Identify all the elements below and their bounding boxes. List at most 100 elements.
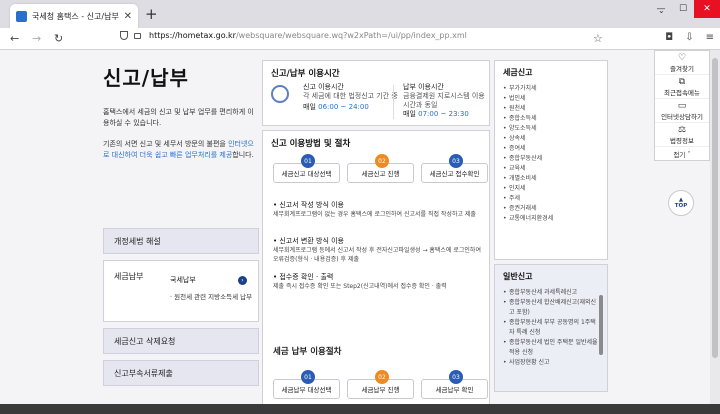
side-item-delete-request[interactable]: 세금신고 삭제요청: [103, 328, 259, 354]
note-body: 세무회계프로그램 등에서 신고서 작성 후 전자신고파일생성 → 홈택스에 로그…: [273, 247, 481, 263]
report-hours-sub: 각 세금에 대한 법정신고 기간 중: [303, 92, 398, 100]
side-item-tax-payment[interactable]: 세금납부 국세납부 › · 원천세 관련 지방소득세 납부: [103, 260, 259, 322]
list-item[interactable]: 인지세: [503, 184, 599, 194]
tax-report-panel: 세금신고 부가가치세법인세원천세종합소득세양도소득세상속세증여세종합부동산세교육…: [494, 60, 608, 260]
step-label: 세금신고 진행: [361, 170, 400, 178]
intro2-tail: 합니다.: [232, 151, 254, 159]
new-tab-icon[interactable]: +: [145, 5, 158, 23]
note-write: • 신고서 작성 방식 이용 세무회계프로그램이 없는 경우 홈택스에 로그인하여…: [273, 201, 481, 219]
laptop-icon: ▭: [677, 100, 687, 111]
note-convert: • 신고서 변환 방식 이용세무회계프로그램 등에서 신고서 작성 후 전자신고…: [273, 237, 481, 264]
note-heading: • 신고서 작성 방식 이용: [273, 201, 344, 209]
extensions-icon[interactable]: ⇩: [685, 32, 693, 43]
panel-scrollbar[interactable]: [599, 295, 603, 355]
tab-bar: 국세청 홈택스 - 신고/납부 ✕ + ⌄ — ☐ ✕: [0, 0, 720, 28]
divider: [393, 85, 394, 119]
menu-icon[interactable]: ≡: [706, 32, 714, 43]
sub-item-national-payment[interactable]: 국세납부: [170, 275, 196, 285]
fold-button[interactable]: 접기 ˄: [655, 147, 709, 160]
clock-icon: [271, 85, 289, 103]
page-intro: 홈택스에서 세금의 신고 및 납부 업무를 편리하게 이용하실 수 있습니다.: [103, 108, 254, 127]
scrollbar-thumb[interactable]: [712, 58, 718, 358]
report-hours-time: 매일 06:00 ~ 24:00: [303, 103, 398, 112]
close-tab-icon[interactable]: ✕: [124, 11, 132, 22]
list-item[interactable]: 법인세: [503, 94, 599, 104]
list-item[interactable]: 양도소득세: [503, 124, 599, 134]
step-label: 세금신고 대상선택: [281, 170, 332, 178]
pay-hours: 납부 이용시간 금융결제원 지로시스템 이용시간과 동일 매일 07:00 ~ …: [403, 83, 489, 119]
page-scrollbar[interactable]: [710, 50, 720, 404]
list-item[interactable]: 개별소비세: [503, 174, 599, 184]
consult-button[interactable]: ▭ 인터넷상담하기: [655, 99, 709, 123]
favorites-button[interactable]: ♡ 즐겨찾기: [655, 51, 709, 75]
back-icon[interactable]: ←: [10, 32, 19, 45]
side-menu: 개정세법 해설 세금납부 국세납부 › · 원천세 관련 지방소득세 납부 세금…: [103, 228, 259, 392]
note-heading: • 접수증 확인 · 출력: [273, 273, 334, 281]
step-pay-progress[interactable]: 02 세금납부 진행: [347, 370, 414, 399]
shield-icon: [120, 31, 128, 40]
pay-hours-time: 매일 07:00 ~ 23:30: [403, 110, 489, 119]
step-report-progress[interactable]: 02 세금신고 진행: [347, 154, 414, 183]
recent-label: 최근접속메뉴: [664, 88, 700, 97]
minimize-icon[interactable]: —: [650, 0, 672, 18]
list-item[interactable]: 주세: [503, 194, 599, 204]
top-button[interactable]: ▲ TOP: [668, 190, 694, 216]
method-panel: 신고 이용방법 및 절차 01 세금신고 대상선택 02 세금신고 진행 03 세금신…: [262, 130, 490, 414]
list-item[interactable]: 종합부동산세 과세특례신고: [503, 288, 599, 298]
reload-icon[interactable]: ↻: [54, 32, 63, 45]
list-item[interactable]: 교육세: [503, 164, 599, 174]
step-report-confirm[interactable]: 03 세금신고 접수확인: [421, 154, 488, 183]
fold-label: 접기: [673, 150, 686, 159]
list-item[interactable]: 원천세: [503, 104, 599, 114]
side-item-reform[interactable]: 개정세법 해설: [103, 228, 259, 254]
pay-hours-value: 07:00 ~ 23:30: [418, 110, 469, 118]
note-heading: • 신고서 변환 방식 이용: [273, 237, 344, 245]
heart-icon: ♡: [677, 52, 687, 63]
step-pay-confirm[interactable]: 03 세금납부 확인: [421, 370, 488, 399]
tax-report-list: 부가가치세법인세원천세종합소득세양도소득세상속세증여세종합부동산세교육세개별소비…: [503, 84, 599, 224]
chevron-up-icon: ˄: [687, 149, 691, 158]
taskbar-strip: [0, 404, 720, 414]
side-item-attachments[interactable]: 신고부속서류제출: [103, 360, 259, 386]
law-label: 법령정보: [670, 136, 694, 145]
list-item[interactable]: 종합부동산세 부부 공동명의 1주택자 특례 신청: [503, 318, 599, 338]
list-item[interactable]: 사업장현황 신고: [503, 358, 599, 368]
recent-menu-button[interactable]: ⧉ 최근접속메뉴: [655, 75, 709, 99]
list-item[interactable]: 증권거래세: [503, 204, 599, 214]
side-item-label: 세금납부: [114, 272, 144, 281]
list-item[interactable]: 종합부동산세 법인 주택분 일반세율 적용 신청: [503, 338, 599, 358]
sub-item-local-tax[interactable]: · 원천세 관련 지방소득세 납부: [170, 291, 252, 301]
list-item[interactable]: 종합부동산세 합산배제신고(재외신고 포함): [503, 298, 599, 318]
pay-proc-title: 세금 납부 이용절차: [273, 347, 342, 357]
url-path: /websquare/websquare.wq?w2xPath=/ui/pp/i…: [235, 31, 467, 40]
address-bar[interactable]: https://hometax.go.kr/websquare/websquar…: [120, 31, 467, 40]
bookmark-star-icon[interactable]: ☆: [593, 32, 603, 45]
top-label: TOP: [674, 203, 688, 209]
chevron-right-icon[interactable]: ›: [238, 276, 247, 285]
step-number: 03: [449, 154, 463, 168]
tax-report-title: 세금신고: [503, 68, 533, 77]
hours-panel: 신고/납부 이용시간 신고 이용시간 각 세금에 대한 법정신고 기간 중 매일…: [262, 60, 490, 126]
pocket-icon[interactable]: ◘: [665, 32, 673, 43]
law-info-button[interactable]: ⚖ 법령정보: [655, 123, 709, 147]
step-pay-select[interactable]: 01 세금납부 대상선택: [273, 370, 340, 399]
step-number: 03: [449, 370, 463, 384]
report-hours: 신고 이용시간 각 세금에 대한 법정신고 기간 중 매일 06:00 ~ 24…: [303, 83, 398, 112]
step-label: 세금신고 접수확인: [429, 170, 480, 178]
tab-title: 국세청 홈택스 - 신고/납부: [32, 11, 119, 21]
list-item[interactable]: 부가가치세: [503, 84, 599, 94]
list-item[interactable]: 교통에너지환경세: [503, 214, 599, 224]
list-item[interactable]: 종합부동산세: [503, 154, 599, 164]
list-item[interactable]: 상속세: [503, 134, 599, 144]
step-report-select[interactable]: 01 세금신고 대상선택: [273, 154, 340, 183]
url-host: https://hometax.go.kr: [149, 31, 236, 40]
pay-hours-label: 납부 이용시간: [403, 83, 444, 91]
hometax-favicon-icon: [16, 10, 27, 22]
close-window-icon[interactable]: ✕: [694, 0, 720, 18]
browser-tab[interactable]: 국세청 홈택스 - 신고/납부 ✕: [10, 4, 138, 28]
list-item[interactable]: 증여세: [503, 144, 599, 154]
list-item[interactable]: 종합소득세: [503, 114, 599, 124]
forward-icon[interactable]: →: [32, 32, 41, 45]
utility-panel: ♡ 즐겨찾기 ⧉ 최근접속메뉴 ▭ 인터넷상담하기 ⚖ 법령정보 접기 ˄ ▲ TOP: [654, 50, 710, 216]
maximize-icon[interactable]: ☐: [672, 0, 694, 18]
